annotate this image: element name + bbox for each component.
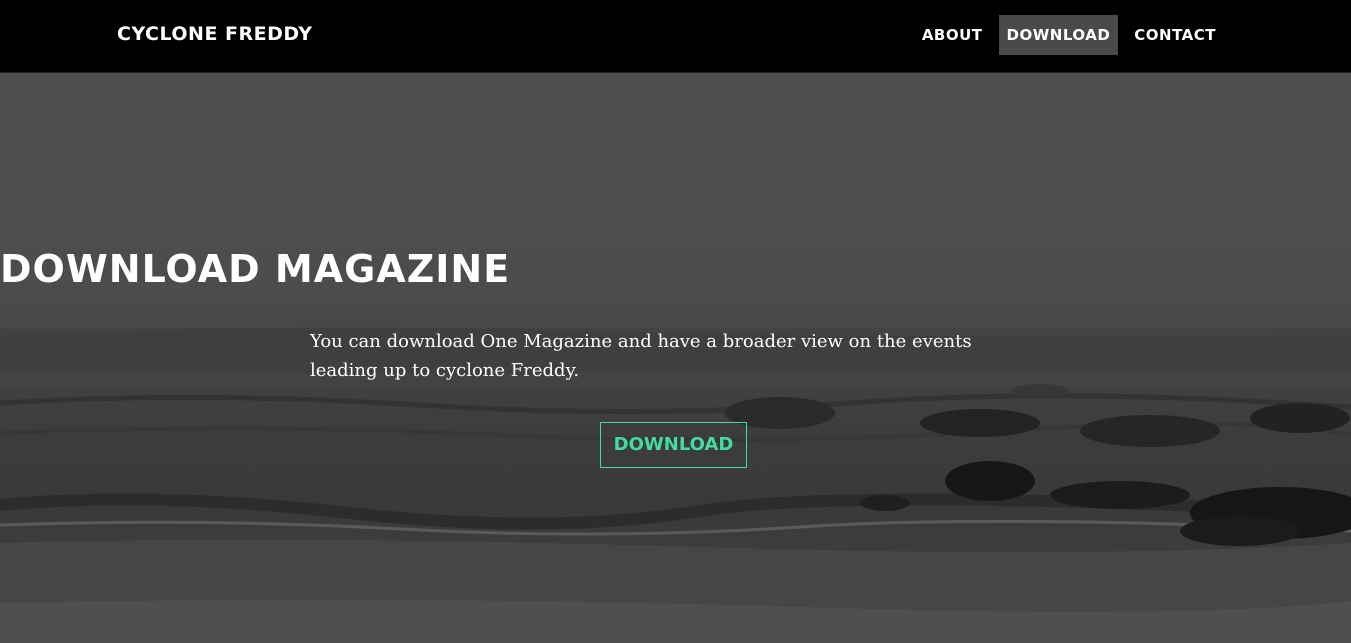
- brand-logo[interactable]: CYCLONE FREDDY: [117, 23, 313, 45]
- page-title: DOWNLOAD MAGAZINE: [0, 247, 511, 291]
- navbar: CYCLONE FREDDY ABOUT DOWNLOAD CONTACT: [0, 0, 1351, 73]
- hero-description: You can download One Magazine and have a…: [310, 331, 972, 381]
- download-button[interactable]: DOWNLOAD: [600, 422, 747, 468]
- nav-contact-link[interactable]: CONTACT: [1126, 15, 1224, 55]
- hero-section: DOWNLOAD MAGAZINE You can download One M…: [0, 73, 1351, 643]
- nav-download-link[interactable]: DOWNLOAD: [998, 15, 1119, 55]
- main-nav: ABOUT DOWNLOAD CONTACT: [914, 15, 1224, 55]
- nav-about-link[interactable]: ABOUT: [914, 15, 991, 55]
